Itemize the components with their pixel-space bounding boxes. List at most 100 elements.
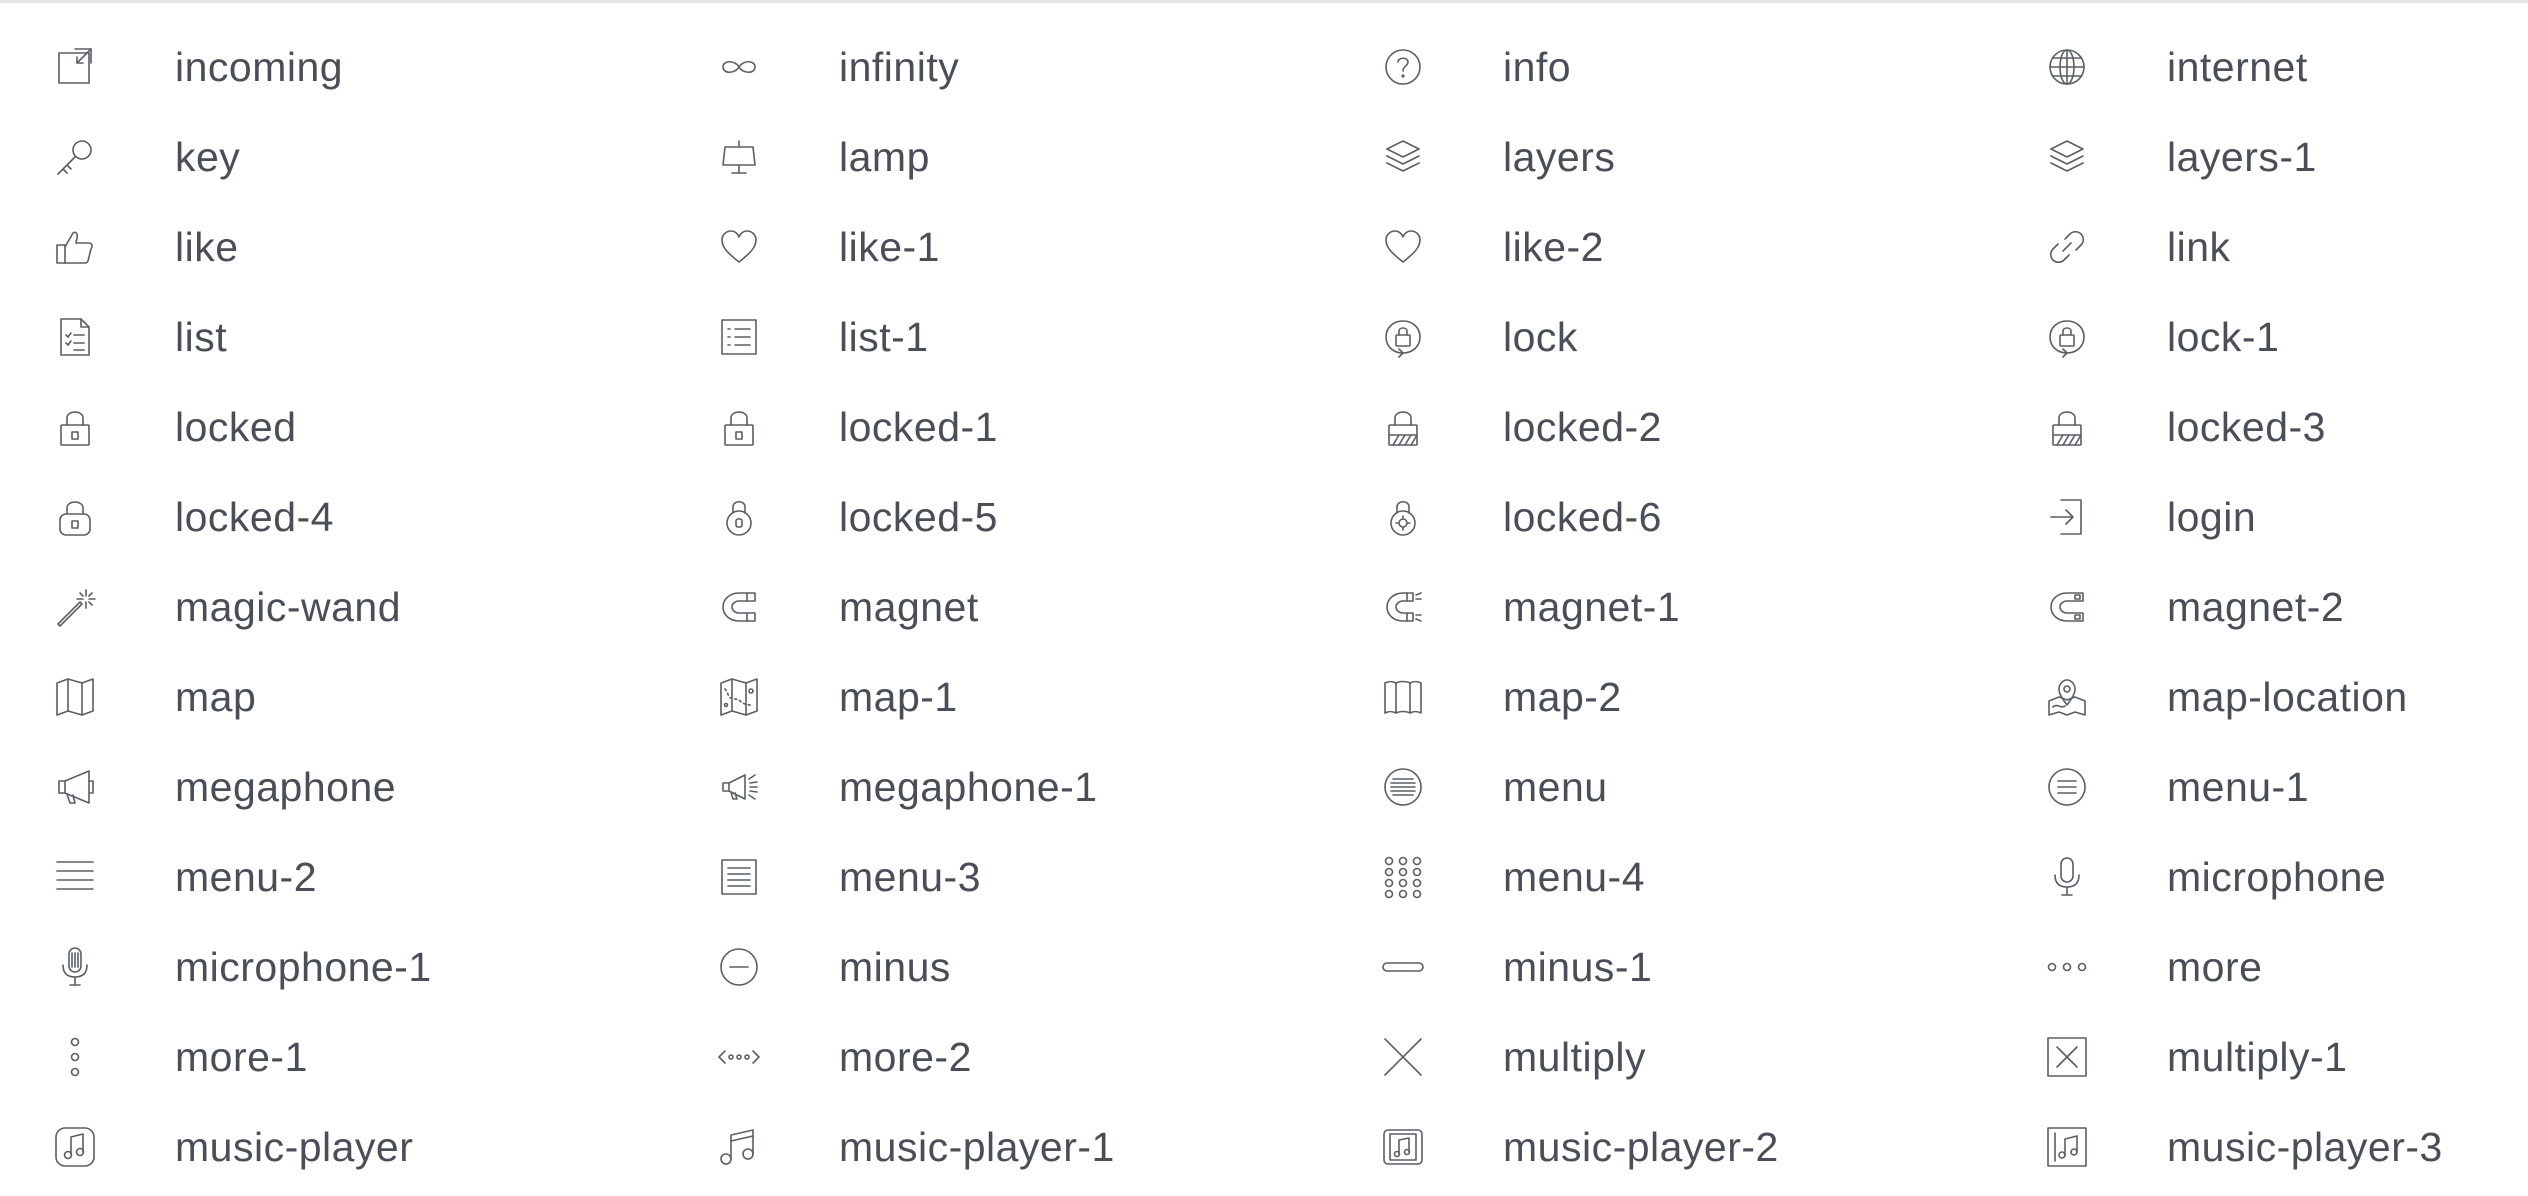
menu-4-icon [1381,855,1425,899]
icon-entry-locked-6: locked-6 [1328,472,1992,562]
microphone-icon [2045,855,2089,899]
icon-entry-music-player-1: music-player-1 [664,1102,1328,1192]
icon-entry-lamp: lamp [664,112,1328,202]
magnet-1-icon [1381,585,1425,629]
icon-label: internet [2167,43,2308,90]
music-player-2-icon [1381,1125,1425,1169]
locked-icon [53,405,97,449]
icon-label: locked-5 [839,493,998,540]
icon-entry-login: login [1992,472,2528,562]
icon-label: like [175,223,239,270]
icon-label: microphone [2167,853,2387,900]
multiply-1-icon [2045,1035,2089,1079]
magic-wand-icon [53,585,97,629]
icon-entry-more-2: more-2 [664,1012,1328,1102]
icon-label: map-1 [839,673,958,720]
more-icon [2045,945,2089,989]
icon-label: magnet [839,583,979,630]
list-icon [53,315,97,359]
icon-label: minus [839,943,951,990]
icon-entry-music-player-3: music-player-3 [1992,1102,2528,1192]
icon-label: multiply-1 [2167,1033,2348,1080]
icon-label: list [175,313,228,360]
icon-label: login [2167,493,2257,540]
menu-2-icon [53,855,97,899]
music-player-1-icon [717,1125,761,1169]
icon-entry-microphone: microphone [1992,832,2528,922]
icon-entry-like-1: like-1 [664,202,1328,292]
icon-entry-like: like [0,202,664,292]
icon-label: link [2167,223,2231,270]
menu-1-icon [2045,765,2089,809]
menu-icon [1381,765,1425,809]
like-2-icon [1381,225,1425,269]
magnet-icon [717,585,761,629]
icon-entry-menu-3: menu-3 [664,832,1328,922]
icon-entry-music-player: music-player [0,1102,664,1192]
locked-4-icon [53,495,97,539]
lamp-icon [717,135,761,179]
icon-label: layers [1503,133,1616,180]
layers-icon [1381,135,1425,179]
icon-entry-map-1: map-1 [664,652,1328,742]
icon-entry-link: link [1992,202,2528,292]
icon-label: locked-6 [1503,493,1662,540]
icon-entry-locked-1: locked-1 [664,382,1328,472]
icon-label: more-1 [175,1033,308,1080]
internet-icon [2045,45,2089,89]
icon-entry-lock: lock [1328,292,1992,382]
icon-label: menu [1503,763,1608,810]
icon-label: key [175,133,241,180]
infinity-icon [717,45,761,89]
icon-entry-microphone-1: microphone-1 [0,922,664,1012]
more-1-icon [53,1035,97,1079]
icon-entry-map-2: map-2 [1328,652,1992,742]
icon-label: lamp [839,133,930,180]
top-divider [0,0,2528,3]
icon-entry-locked: locked [0,382,664,472]
icon-entry-magnet-2: magnet-2 [1992,562,2528,652]
icon-entry-more-1: more-1 [0,1012,664,1102]
icon-entry-list: list [0,292,664,382]
minus-1-icon [1381,945,1425,989]
icon-entry-layers: layers [1328,112,1992,202]
icon-label: multiply [1503,1033,1646,1080]
icon-entry-magnet: magnet [664,562,1328,652]
icon-entry-menu-4: menu-4 [1328,832,1992,922]
megaphone-1-icon [717,765,761,809]
music-player-3-icon [2045,1125,2089,1169]
icon-label: map [175,673,257,720]
layers-1-icon [2045,135,2089,179]
icon-label: layers-1 [2167,133,2317,180]
icon-entry-magic-wand: magic-wand [0,562,664,652]
icon-label: map-location [2167,673,2408,720]
icon-entry-locked-5: locked-5 [664,472,1328,562]
icon-label: like-2 [1503,223,1604,270]
icon-entry-incoming: incoming [0,22,664,112]
like-icon [53,225,97,269]
menu-3-icon [717,855,761,899]
icon-entry-list-1: list-1 [664,292,1328,382]
icon-label: magic-wand [175,583,402,630]
locked-5-icon [717,495,761,539]
icon-entry-infinity: infinity [664,22,1328,112]
icon-entry-key: key [0,112,664,202]
more-2-icon [717,1035,761,1079]
icon-entry-locked-4: locked-4 [0,472,664,562]
icon-entry-menu-2: menu-2 [0,832,664,922]
locked-2-icon [1381,405,1425,449]
icon-label: lock [1503,313,1578,360]
music-player-icon [53,1125,97,1169]
locked-6-icon [1381,495,1425,539]
map-icon [53,675,97,719]
icon-label: magnet-1 [1503,583,1681,630]
icon-label: map-2 [1503,673,1622,720]
icon-label: magnet-2 [2167,583,2345,630]
icon-label: info [1503,43,1572,90]
icon-entry-locked-2: locked-2 [1328,382,1992,472]
icon-entry-megaphone: megaphone [0,742,664,832]
icon-entry-lock-1: lock-1 [1992,292,2528,382]
icon-entry-menu: menu [1328,742,1992,832]
key-icon [53,135,97,179]
icon-label: locked [175,403,297,450]
